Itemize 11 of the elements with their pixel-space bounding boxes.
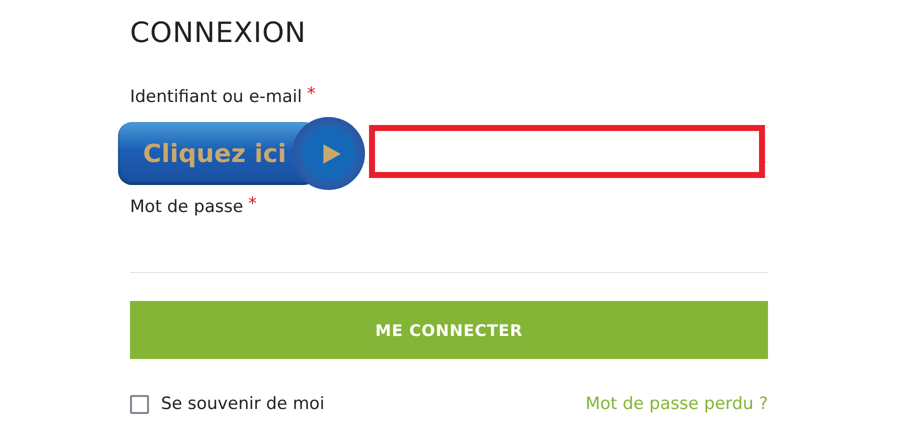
required-mark: * <box>248 195 257 213</box>
page-title: CONNEXION <box>130 15 308 50</box>
input-field[interactable] <box>369 125 765 178</box>
checkbox-label: Se souvenir de moi <box>161 394 324 414</box>
lost-password-link[interactable]: Mot de passe perdu ? <box>585 394 768 414</box>
field-label: Mot de passe <box>130 196 244 219</box>
login-button[interactable]: ME CONNECTER <box>130 301 768 359</box>
field-label: Identifiant ou e-mail <box>130 86 302 109</box>
required-mark: * <box>307 85 316 103</box>
checkbox[interactable] <box>130 394 149 414</box>
click-here-button[interactable]: Cliquez ici <box>118 117 365 190</box>
